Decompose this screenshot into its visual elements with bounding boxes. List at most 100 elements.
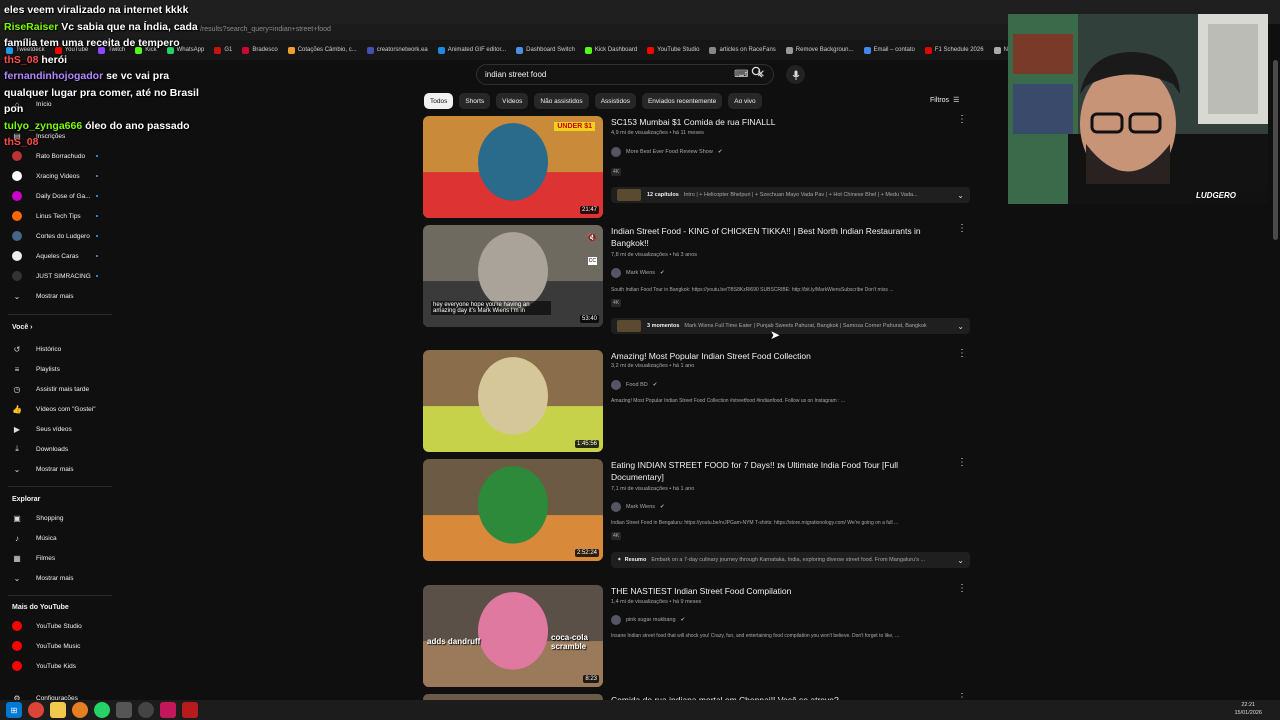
chevron-down-icon[interactable]: ⌄ xyxy=(957,191,964,200)
new-content-dot xyxy=(96,175,98,177)
more-options-icon[interactable]: ⋮ xyxy=(957,583,967,594)
more-options-icon[interactable]: ⋮ xyxy=(957,114,967,125)
firefox-icon[interactable] xyxy=(72,702,88,718)
channel-link[interactable]: Mark Wiens ✔ xyxy=(611,268,665,278)
cc-icon[interactable]: CC xyxy=(587,257,597,265)
sidebar-item[interactable]: ⤓ Downloads xyxy=(0,442,116,456)
more-options-icon[interactable]: ⋮ xyxy=(957,223,967,234)
sidebar-item[interactable]: Rato Borrachudo xyxy=(0,149,116,163)
filter-chip[interactable]: Enviados recentemente xyxy=(641,93,723,109)
sidebar-item[interactable]: ⌄ Mostrar mais xyxy=(0,571,116,585)
music-icon: ♪ xyxy=(15,533,19,543)
app-icon[interactable] xyxy=(116,702,132,718)
channel-link[interactable]: pink sugar mukbang ✔ xyxy=(611,615,685,625)
sidebar-item[interactable]: ↺ Histórico xyxy=(0,342,116,356)
sidebar-item-label: Mostrar mais xyxy=(36,574,74,582)
chapters-bar[interactable]: 12 capítulos Intro | + Helicopter Bhelpur… xyxy=(611,187,970,203)
chrome-icon[interactable] xyxy=(28,702,44,718)
more-options-icon[interactable]: ⋮ xyxy=(957,457,967,468)
obs-icon[interactable] xyxy=(138,702,154,718)
app-red-icon[interactable] xyxy=(182,702,198,718)
sidebar-item[interactable]: YouTube Kids xyxy=(0,659,116,673)
bookmark-label: F1 Schedule 2026 xyxy=(934,47,984,53)
sidebar-item[interactable]: 👍 Vídeos com "Gostei" xyxy=(0,402,116,416)
search-input[interactable]: indian street food xyxy=(485,70,726,79)
search-button[interactable] xyxy=(751,66,763,81)
sidebar-item-label: Mostrar mais xyxy=(36,465,74,473)
thumbnail-caption: adds dandruff xyxy=(427,637,481,646)
video-title[interactable]: Indian Street Food - KING of CHICKEN TIK… xyxy=(611,225,941,249)
sidebar-item[interactable]: ◷ Assistir mais tarde xyxy=(0,382,116,396)
bookmark-item[interactable]: Remove Backgroun... xyxy=(785,46,854,54)
bookmark-item[interactable]: F1 Schedule 2026 xyxy=(924,46,984,54)
sidebar-item[interactable]: JUST SIMRACING xyxy=(0,269,116,283)
filter-chip[interactable]: Shorts xyxy=(459,93,491,109)
folder-icon[interactable] xyxy=(50,702,66,718)
chevron-right-icon: › xyxy=(28,324,33,331)
bookmark-item[interactable]: Email – contato xyxy=(863,46,915,54)
more-options-icon[interactable]: ⋮ xyxy=(957,348,967,359)
sidebar-item[interactable]: ⌄ Mostrar mais xyxy=(0,462,116,476)
filter-chip[interactable]: Assistidos xyxy=(594,93,636,109)
mute-icon[interactable]: 🔇 xyxy=(587,233,597,242)
channel-link[interactable]: Mark Wiens ✔ xyxy=(611,502,665,512)
search-box[interactable]: indian street food ⌨ ✕ xyxy=(476,64,774,85)
summary-bar[interactable]: ✦ Resumo Embark on a 7-day culinary journe… xyxy=(611,552,970,568)
sidebar-you-header[interactable]: Você › xyxy=(12,324,33,331)
video-thumbnail[interactable]: 53:40 hey everyone hope you're having an … xyxy=(423,225,603,327)
sidebar-item-label: Playlists xyxy=(36,365,60,373)
whatsapp-icon[interactable] xyxy=(94,702,110,718)
video-thumbnail[interactable]: 1:45:56 xyxy=(423,350,603,452)
filter-chip[interactable]: Vídeos xyxy=(496,93,529,109)
app-pink-icon[interactable] xyxy=(160,702,176,718)
sidebar-item[interactable]: ♪ Música xyxy=(0,531,116,545)
sidebar-item[interactable]: Aqueles Caras xyxy=(0,249,116,263)
sidebar-item[interactable]: Linus Tech Tips xyxy=(0,209,116,223)
sidebar-item[interactable]: YouTube Music xyxy=(0,639,116,653)
filters-button[interactable]: Filtros ☰ xyxy=(930,96,959,105)
sidebar-item[interactable]: YouTube Studio xyxy=(0,619,116,633)
chevron-down-icon[interactable]: ⌄ xyxy=(957,556,964,565)
film-icon: ▦ xyxy=(13,553,21,563)
page-scrollbar[interactable] xyxy=(1273,60,1278,240)
bookmark-item[interactable]: Animated GIF editor... xyxy=(437,46,506,54)
bookmark-item[interactable]: Bradesco xyxy=(242,46,278,54)
bookmark-item[interactable]: articles on RaceFans xyxy=(709,46,776,54)
bookmark-icon xyxy=(242,46,250,54)
bookmark-item[interactable]: Dashboard Switch xyxy=(516,46,575,54)
bookmark-item[interactable]: creatorsnetwork.ea xyxy=(366,46,428,54)
sidebar-item[interactable]: Daily Dose of Ga... xyxy=(0,189,116,203)
video-thumbnail[interactable]: 2:52:24 xyxy=(423,459,603,561)
chat-message: RiseRaiser Vc sabia que na Índia, cada f… xyxy=(4,19,216,52)
sidebar-item[interactable]: ⌄ Mostrar mais xyxy=(0,289,116,303)
video-thumbnail[interactable]: 8:23 adds dandruff coca-cola scramble xyxy=(423,585,603,687)
sidebar-item[interactable]: Cortes do Ludgero xyxy=(0,229,116,243)
chapters-bar[interactable]: 3 momentos Mark Wiens Full Time Eater | P… xyxy=(611,318,970,334)
filter-chip[interactable]: Não assistidos xyxy=(534,93,589,109)
sidebar-item[interactable]: Xracing Videos xyxy=(0,169,116,183)
bookmark-item[interactable]: Cotações Câmbio, c... xyxy=(287,46,357,54)
sidebar-item[interactable]: ▣ Shopping xyxy=(0,511,116,525)
video-title[interactable]: SC153 Mumbai $1 Comida de rua FINALLL xyxy=(611,116,941,128)
video-title[interactable]: THE NASTIEST Indian Street Food Compilat… xyxy=(611,585,941,597)
voice-search-button[interactable] xyxy=(786,65,805,84)
filter-chip[interactable]: Ao vivo xyxy=(728,93,762,109)
sidebar-item[interactable]: ▶ Seus vídeos xyxy=(0,422,116,436)
sidebar: ⌂ Início ▤ Inscrições Rato Borrachudo Xracing… xyxy=(0,100,116,703)
start-icon[interactable]: ⊞ xyxy=(6,702,22,718)
video-title[interactable]: Amazing! Most Popular Indian Street Food… xyxy=(611,350,941,362)
channel-link[interactable]: More Best Ever Food Review Show ✔ xyxy=(611,147,722,157)
bookmark-item[interactable]: Kick Dashboard xyxy=(584,46,637,54)
sidebar-item[interactable]: ▦ Filmes xyxy=(0,551,116,565)
bag-icon: ▣ xyxy=(13,513,21,523)
bookmark-item[interactable]: YouTube Studio xyxy=(647,46,699,54)
video-thumbnail[interactable]: 21:47 UNDER $1 xyxy=(423,116,603,218)
filter-chip[interactable]: Todos xyxy=(424,93,454,109)
video-title[interactable]: Eating INDIAN STREET FOOD for 7 Days!! ɪ… xyxy=(611,459,941,483)
keyboard-icon[interactable]: ⌨ xyxy=(734,69,748,80)
chevron-down-icon[interactable]: ⌄ xyxy=(957,322,964,331)
channel-link[interactable]: Food BD ✔ xyxy=(611,380,657,390)
sidebar-item[interactable]: ≡ Playlists xyxy=(0,362,116,376)
chat-message: thS_08 xyxy=(4,134,216,151)
new-content-dot xyxy=(96,275,98,277)
